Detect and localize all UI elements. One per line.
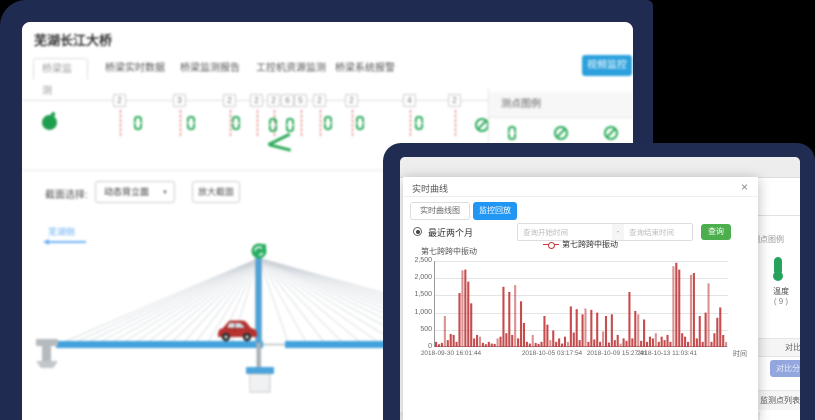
link-sensor-icon[interactable] [415,116,423,130]
tab-realtime-curve[interactable]: 实时曲线图 [410,202,470,220]
link-sensor-icon[interactable] [269,118,277,132]
link-sensor-icon[interactable] [324,116,332,130]
weight-sensor-icon[interactable] [42,115,57,130]
section-select-value: 动态背立面 [104,187,149,197]
link-sensor-icon [508,126,516,140]
sensor-count-badge: 2 [313,94,326,107]
sensor-dashed-line [352,110,353,136]
close-icon[interactable]: × [741,180,748,194]
sensor-dashed-line [257,110,258,136]
video-monitor-button[interactable]: 视频监控 [582,55,632,76]
y-tick-label: 1,000 [404,309,432,316]
ban-sensor-icon [604,126,618,140]
x-axis-title: 时间 [733,349,747,359]
pier-piles [250,374,270,392]
section-select-dropdown[interactable]: 动态背立面 ▼ [95,181,175,203]
section-select-label: 截面选择: [45,186,88,201]
sensor-count-badge: 2 [448,94,461,107]
legend-label: 第七跨跨中振动 [562,240,618,249]
zoom-section-button[interactable]: 放大截面 [192,181,240,203]
sensor-dashed-line [410,110,411,136]
truss-sensor-icon [269,143,291,151]
vibration-chart-plot [434,261,727,347]
pier-cap [246,367,274,374]
x-tick-label: 2018-10-05 03:17:54 [522,350,582,357]
start-time-input[interactable] [518,224,612,240]
sidebar-section-divider [758,215,800,216]
main-tab-3[interactable]: 工控机资源监测 [248,58,334,80]
y-tick-label: 2,000 [404,274,432,281]
temperature-label: 温度 [768,286,794,297]
link-sensor-icon[interactable] [134,116,142,130]
sensor-dashed-line [455,110,456,136]
sensor-count-badge: 2 [223,94,236,107]
main-tab-1[interactable]: 桥梁实时数据 [97,58,173,80]
chevron-down-icon: ▼ [162,182,168,204]
main-tab-2[interactable]: 桥梁监测报告 [172,58,248,80]
ban-sensor-icon [554,126,568,140]
sensor-dashed-line [301,110,302,136]
front-window-header-band [400,157,800,178]
modal-title: 实时曲线 [412,182,448,195]
compare-analysis-button[interactable]: 对比分析 [770,360,800,377]
range-radio-label: 最近两个月 [428,226,473,239]
sensor-dashed-line [180,110,181,136]
query-button[interactable]: 查询 [701,224,731,240]
ban-sensor-icon[interactable] [475,118,489,132]
y-tick-label: 500 [404,326,432,333]
main-tab-0[interactable]: 桥梁监测 [33,58,88,80]
range-radio[interactable] [413,227,422,236]
modal-header-divider [403,196,758,197]
realtime-curve-modal: 实时曲线 × 实时曲线图 监控回放 最近两个月 - 查询 第七跨跨中振动 第七跨… [403,177,758,420]
sensor-dashed-line [120,110,121,136]
x-tick-label: 2018-10-13 11:03:41 [637,350,697,357]
front-window: 测点图例 温度 ( 9 ) 对比分析 对比分析 监测点列表 实时曲线 × 实时曲… [400,157,800,420]
main-tab-4[interactable]: 桥梁系统报警 [327,58,403,80]
link-sensor-icon[interactable] [187,116,195,130]
sensor-dashed-line [230,110,231,136]
list-section-title: 监测点列表 [760,395,800,406]
page-title: 芜湖长江大桥 [34,30,112,49]
link-sensor-icon[interactable] [356,116,364,130]
compare-section-title: 对比分析 [785,342,800,353]
legend-panel-title: 测点图例 [489,92,633,118]
temperature-count: ( 9 ) [766,297,796,306]
range-separator: - [612,224,624,240]
legend-marker-icon [543,242,559,248]
sensor-count-badge: 2 [250,94,263,107]
link-sensor-icon[interactable] [232,116,240,130]
chart-bars [435,261,728,347]
y-tick-label: 2,500 [404,257,432,264]
car [218,321,257,342]
y-tick-label: 1,500 [404,291,432,298]
sensor-count-badge: 5 [294,94,307,107]
link-sensor-icon[interactable] [286,118,294,132]
sensor-count-badge: 6 [281,94,294,107]
sensor-count-badge: 2 [113,94,126,107]
sensor-count-badge: 4 [403,94,416,107]
left-abutment [36,339,58,368]
x-tick-label: 2018-09-30 16:01:44 [421,350,481,357]
bridge-pylon [256,258,262,343]
sensor-count-badge: 2 [267,94,280,107]
end-time-input[interactable] [624,224,692,240]
thermometer-icon[interactable] [774,257,782,275]
tab-monitor-playback[interactable]: 监控回放 [473,202,517,220]
y-tick-label: 0 [404,343,432,350]
sensor-count-badge: 2 [345,94,358,107]
screenshot-stage: 芜湖长江大桥 桥梁监测桥梁实时数据桥梁监测报告工控机资源监测桥梁系统报警 视频监… [0,0,815,420]
pylon-top-icon [252,244,267,259]
sensor-dashed-line [320,110,321,136]
chart-title: 第七跨跨中振动 [421,246,477,257]
sensor-count-badge: 3 [173,94,186,107]
